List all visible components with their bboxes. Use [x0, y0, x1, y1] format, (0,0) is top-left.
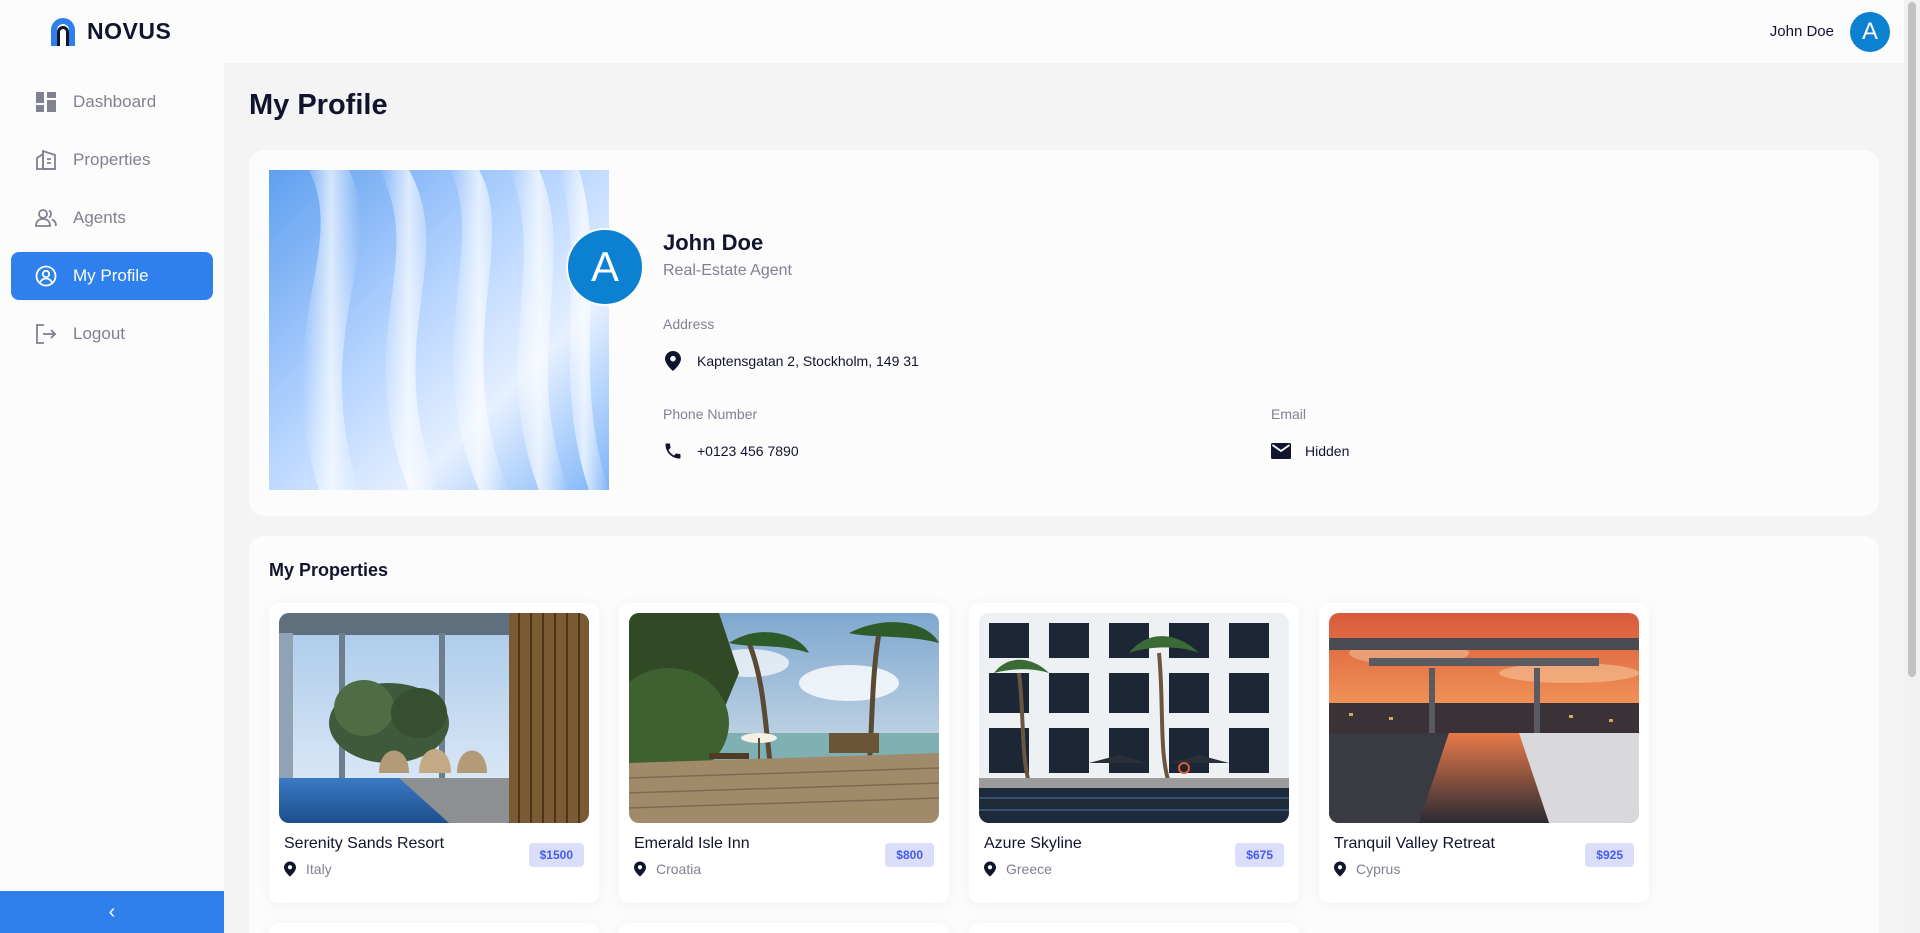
scrollbar-thumb[interactable]	[1908, 2, 1916, 677]
page-title: My Profile	[249, 89, 388, 121]
header-user-name: John Doe	[1769, 23, 1834, 40]
profile-avatar: A	[566, 228, 644, 306]
phone-value: +0123 456 7890	[697, 443, 799, 459]
top-bar: NOVUS John Doe A	[0, 0, 1904, 63]
location-pin-icon	[663, 351, 683, 371]
property-price-badge: $800	[885, 843, 934, 867]
property-name: Serenity Sands Resort	[284, 835, 445, 852]
property-image	[1329, 613, 1639, 823]
property-name: Emerald Isle Inn	[634, 835, 750, 852]
profile-name: John Doe	[663, 230, 764, 255]
property-price-badge: $675	[1235, 843, 1284, 867]
location-pin-icon	[984, 861, 1000, 877]
my-properties-card: My Properties Serenity Sands Resort Ital…	[249, 536, 1879, 933]
user-menu[interactable]: John Doe A	[1769, 11, 1890, 52]
property-location: Cyprus	[1334, 861, 1400, 877]
agents-icon	[35, 207, 57, 229]
property-card[interactable]: Emerald Isle Inn Croatia $800	[619, 603, 949, 903]
profile-card: A John Doe Real-Estate Agent Address Kap…	[249, 150, 1879, 516]
page-scrollbar[interactable]	[1904, 0, 1920, 933]
my-properties-title: My Properties	[269, 560, 389, 580]
property-card[interactable]	[269, 923, 599, 933]
property-card[interactable]	[619, 923, 949, 933]
address-row: Kaptensgatan 2, Stockholm, 149 31	[663, 351, 919, 371]
sidebar-item-label: Agents	[73, 208, 126, 227]
chevron-left-icon: ‹	[108, 900, 116, 923]
property-name: Azure Skyline	[984, 835, 1082, 852]
main-content: My Profile A John Doe Real-Estate Agent …	[224, 63, 1904, 933]
property-card[interactable]: Tranquil Valley Retreat Cyprus $925	[1319, 603, 1649, 903]
mail-icon	[1271, 441, 1291, 461]
sidebar-item-label: My Profile	[73, 266, 149, 285]
property-name: Tranquil Valley Retreat	[1334, 835, 1495, 852]
logout-icon	[35, 323, 57, 345]
profile-cover-image	[269, 170, 609, 490]
location-pin-icon	[1334, 861, 1350, 877]
sidebar-collapse-button[interactable]: ‹	[0, 891, 224, 933]
property-image	[979, 613, 1289, 823]
address-value: Kaptensgatan 2, Stockholm, 149 31	[697, 353, 919, 369]
property-price-badge: $1500	[528, 843, 584, 867]
property-image	[279, 613, 589, 823]
email-value: Hidden	[1305, 443, 1350, 459]
sidebar-item-my-profile[interactable]: My Profile	[11, 252, 213, 300]
location-pin-icon	[634, 861, 650, 877]
property-location: Greece	[984, 861, 1052, 877]
phone-row: +0123 456 7890	[663, 441, 799, 461]
properties-icon	[35, 149, 57, 171]
property-location-text: Italy	[306, 861, 332, 877]
location-pin-icon	[284, 861, 300, 877]
property-card[interactable]: Serenity Sands Resort Italy $1500	[269, 603, 599, 903]
dashboard-icon	[35, 91, 57, 113]
profile-role: Real-Estate Agent	[663, 262, 792, 279]
email-row: Hidden	[1271, 441, 1349, 461]
property-location-text: Cyprus	[1356, 861, 1401, 877]
property-location: Italy	[284, 861, 332, 877]
property-card[interactable]: Azure Skyline Greece $675	[969, 603, 1299, 903]
sidebar-item-properties[interactable]: Properties	[11, 136, 213, 184]
sidebar: Dashboard Properties Agents My Profile L…	[0, 63, 224, 933]
sidebar-item-dashboard[interactable]: Dashboard	[11, 78, 213, 126]
property-price-badge: $925	[1585, 843, 1634, 867]
property-location-text: Croatia	[656, 861, 702, 877]
sidebar-item-agents[interactable]: Agents	[11, 194, 213, 242]
sidebar-item-logout[interactable]: Logout	[11, 310, 213, 358]
brand-name: NOVUS	[87, 18, 172, 44]
brand[interactable]: NOVUS	[47, 16, 171, 48]
profile-icon	[35, 265, 57, 287]
sidebar-nav: Dashboard Properties Agents My Profile L…	[0, 78, 224, 358]
sidebar-item-label: Logout	[73, 324, 125, 343]
property-card[interactable]	[969, 923, 1299, 933]
address-label: Address	[663, 316, 715, 332]
property-image	[629, 613, 939, 823]
phone-icon	[663, 441, 683, 461]
sidebar-item-label: Dashboard	[73, 92, 157, 111]
email-label: Email	[1271, 406, 1307, 422]
header-avatar[interactable]: A	[1850, 11, 1890, 52]
sidebar-item-label: Properties	[73, 150, 151, 169]
brand-logo-icon	[51, 17, 75, 46]
property-location: Croatia	[634, 861, 701, 877]
property-location-text: Greece	[1006, 861, 1052, 877]
phone-label: Phone Number	[663, 406, 758, 422]
